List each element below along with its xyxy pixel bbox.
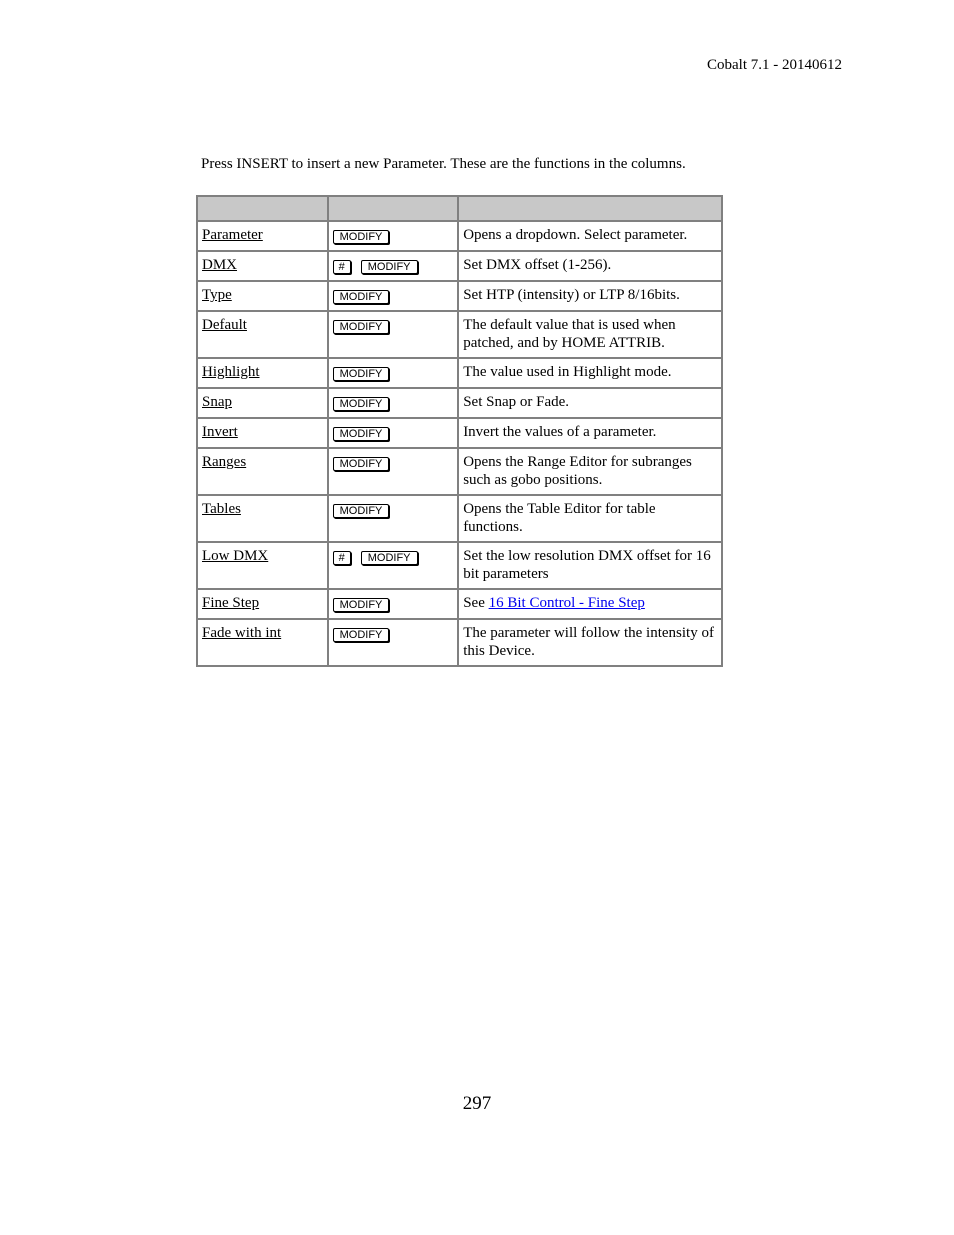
table-header-row — [196, 195, 723, 222]
description-text: See — [463, 595, 489, 611]
keys-cell: MODIFY — [326, 588, 460, 620]
description-text: Invert the values of a parameter. — [463, 424, 657, 440]
table-row: Default MODIFY The default value that is u… — [196, 310, 723, 359]
parameter-name-link[interactable]: Type — [202, 287, 232, 303]
document-header: Cobalt 7.1 - 20140612 — [707, 57, 842, 73]
header-cell-keys — [326, 195, 460, 222]
parameter-name-link[interactable]: Fade with int — [202, 625, 281, 641]
keys-cell: MODIFY — [326, 618, 460, 667]
parameter-name-link[interactable]: Fine Step — [202, 595, 259, 611]
description-text: Opens the Range Editor for subranges suc… — [463, 454, 692, 488]
name-cell: Low DMX — [196, 541, 329, 590]
parameter-name-link[interactable]: DMX — [202, 257, 237, 273]
parameter-name-link[interactable]: Default — [202, 317, 247, 333]
keys-cell: MODIFY — [326, 280, 460, 312]
name-cell: DMX — [196, 250, 329, 282]
parameter-functions-table: Parameter MODIFY Opens a dropdown. Select … — [196, 195, 723, 667]
description-cell: The default value that is used when patc… — [457, 310, 723, 359]
table-row: Type MODIFY Set HTP (intensity) or LTP 8/1… — [196, 280, 723, 312]
table-row: Low DMX # MODIFY Set the low resolution DMX… — [196, 541, 723, 590]
parameter-name-link[interactable]: Snap — [202, 394, 232, 410]
description-cell: The value used in Highlight mode. — [457, 357, 723, 389]
name-cell: Highlight — [196, 357, 329, 389]
parameter-name-link[interactable]: Ranges — [202, 454, 246, 470]
cross-reference-link[interactable]: 16 Bit Control - Fine Step — [489, 595, 645, 611]
description-cell: Set the low resolution DMX offset for 16… — [457, 541, 723, 590]
description-cell: Set Snap or Fade. — [457, 387, 723, 419]
table-row: DMX # MODIFY Set DMX offset (1-256). — [196, 250, 723, 282]
description-text: The value used in Highlight mode. — [463, 364, 672, 380]
description-text: Opens a dropdown. Select parameter. — [463, 227, 688, 243]
name-cell: Type — [196, 280, 329, 312]
modify-key-button[interactable]: MODIFY — [332, 598, 390, 612]
table-row: Fade with int MODIFY The parameter will fo… — [196, 618, 723, 667]
intro-paragraph: Press INSERT to insert a new Parameter. … — [201, 156, 686, 172]
description-text: Set the low resolution DMX offset for 16… — [463, 548, 711, 582]
table-row: Ranges MODIFY Opens the Range Editor for s… — [196, 447, 723, 496]
table-row: Snap MODIFY Set Snap or Fade. — [196, 387, 723, 419]
modify-key-button[interactable]: MODIFY — [360, 260, 418, 274]
name-cell: Snap — [196, 387, 329, 419]
page-number: 297 — [462, 1093, 492, 1114]
keys-cell: # MODIFY — [326, 250, 460, 282]
hash-key-button[interactable]: # — [332, 260, 351, 274]
name-cell: Fine Step — [196, 588, 329, 620]
modify-key-button[interactable]: MODIFY — [332, 320, 390, 334]
header-cell-description — [457, 195, 723, 222]
table-row: Invert MODIFY Invert the values of a param… — [196, 417, 723, 449]
description-cell: Opens the Range Editor for subranges suc… — [457, 447, 723, 496]
description-cell: Opens the Table Editor for table functio… — [457, 494, 723, 543]
modify-key-button[interactable]: MODIFY — [332, 367, 390, 381]
keys-cell: MODIFY — [326, 494, 460, 543]
keys-cell: MODIFY — [326, 357, 460, 389]
parameter-name-link[interactable]: Tables — [202, 501, 241, 517]
modify-key-button[interactable]: MODIFY — [332, 290, 390, 304]
table-row: Tables MODIFY Opens the Table Editor for t… — [196, 494, 723, 543]
table-row: Parameter MODIFY Opens a dropdown. Select … — [196, 220, 723, 252]
modify-key-button[interactable]: MODIFY — [332, 427, 390, 441]
description-cell: Invert the values of a parameter. — [457, 417, 723, 449]
parameter-name-link[interactable]: Low DMX — [202, 548, 268, 564]
description-text: Set Snap or Fade. — [463, 394, 570, 410]
name-cell: Ranges — [196, 447, 329, 496]
table-row: Fine Step MODIFY See 16 Bit Control - Fine… — [196, 588, 723, 620]
keys-cell: MODIFY — [326, 387, 460, 419]
description-text: The parameter will follow the intensity … — [463, 625, 714, 659]
modify-key-button[interactable]: MODIFY — [332, 504, 390, 518]
description-cell: Set DMX offset (1-256). — [457, 250, 723, 282]
keys-cell: MODIFY — [326, 220, 460, 252]
parameter-name-link[interactable]: Parameter — [202, 227, 263, 243]
modify-key-button[interactable]: MODIFY — [332, 230, 390, 244]
modify-key-button[interactable]: MODIFY — [332, 628, 390, 642]
description-cell: Opens a dropdown. Select parameter. — [457, 220, 723, 252]
name-cell: Fade with int — [196, 618, 329, 667]
name-cell: Tables — [196, 494, 329, 543]
keys-cell: MODIFY — [326, 447, 460, 496]
name-cell: Invert — [196, 417, 329, 449]
description-text: Set HTP (intensity) or LTP 8/16bits. — [463, 287, 680, 303]
hash-key-button[interactable]: # — [332, 551, 351, 565]
keys-cell: MODIFY — [326, 417, 460, 449]
modify-key-button[interactable]: MODIFY — [332, 397, 390, 411]
description-cell: See 16 Bit Control - Fine Step — [457, 588, 723, 620]
description-text: Opens the Table Editor for table functio… — [463, 501, 656, 535]
name-cell: Default — [196, 310, 329, 359]
name-cell: Parameter — [196, 220, 329, 252]
keys-cell: # MODIFY — [326, 541, 460, 590]
header-cell-name — [196, 195, 329, 222]
description-cell: Set HTP (intensity) or LTP 8/16bits. — [457, 280, 723, 312]
description-text: The default value that is used when patc… — [463, 317, 676, 351]
parameter-name-link[interactable]: Highlight — [202, 364, 260, 380]
keys-cell: MODIFY — [326, 310, 460, 359]
modify-key-button[interactable]: MODIFY — [332, 457, 390, 471]
description-cell: The parameter will follow the intensity … — [457, 618, 723, 667]
modify-key-button[interactable]: MODIFY — [360, 551, 418, 565]
description-text: Set DMX offset (1-256). — [463, 257, 612, 273]
parameter-name-link[interactable]: Invert — [202, 424, 238, 440]
table-row: Highlight MODIFY The value used in Highlig… — [196, 357, 723, 389]
